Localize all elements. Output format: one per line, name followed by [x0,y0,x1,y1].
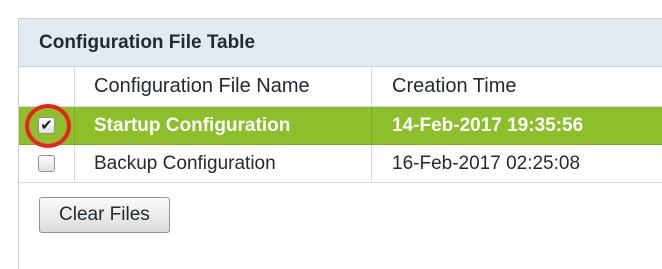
row-checkbox-backup[interactable] [38,155,55,172]
table-footer: Clear Files [19,183,662,255]
file-name-cell: Startup Configuration [75,107,372,144]
column-header-creation-time: Creation Time [392,75,517,97]
table-row-startup-configuration[interactable]: ✔ Startup Configuration 14-Feb-2017 19:3… [19,104,662,148]
header-checkbox-column [19,67,75,106]
creation-time-cell: 14-Feb-2017 19:35:56 [392,114,584,136]
table-header-row: Configuration File Name Creation Time [19,67,662,107]
row-checkbox-startup[interactable]: ✔ [38,117,55,134]
file-name-cell: Backup Configuration [75,145,372,182]
page: Configuration File Table Configuration F… [0,0,662,269]
table-title: Configuration File Table [19,19,662,67]
row-select-cell: ✔ [19,104,75,148]
check-icon: ✔ [40,117,53,134]
column-header-file-name: Configuration File Name [75,67,372,106]
clear-files-button[interactable]: Clear Files [39,197,170,233]
configuration-file-table-panel: Configuration File Table Configuration F… [18,18,662,269]
row-select-cell [19,145,75,182]
creation-time-cell: 16-Feb-2017 02:25:08 [392,152,581,174]
table-row-backup-configuration[interactable]: Backup Configuration 16-Feb-2017 02:25:0… [19,145,662,183]
